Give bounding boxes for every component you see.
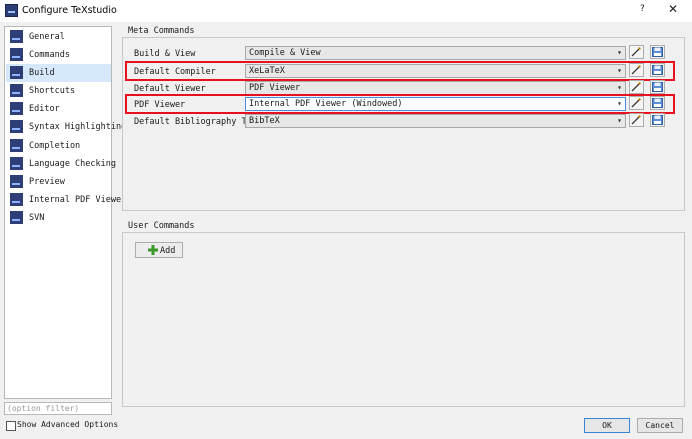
advanced-options-label: Show Advanced Options [17,420,119,429]
add-label: Add [160,246,176,256]
floppy-icon [652,98,663,108]
wand-button[interactable] [629,63,644,77]
pdf-viewer-value: Internal PDF Viewer (Windowed) [249,99,403,109]
sidebar-item-label: Language Checking [29,159,116,169]
wand-icon [631,82,641,92]
build-view-select[interactable]: Compile & View ▾ [245,46,626,60]
floppy-icon [652,115,663,125]
chevron-down-icon: ▾ [617,99,622,108]
sidebar-item-shortcuts[interactable]: Shortcuts [6,82,111,100]
sidebar-item-general[interactable]: General [6,28,111,46]
sidebar-item-completion[interactable]: Completion [6,137,111,155]
texstudio-app-icon [5,4,18,17]
sidebar-item-label: Build [29,68,55,78]
wand-button[interactable] [629,113,644,127]
pdf-viewer-icon [10,193,23,206]
commands-icon [10,48,23,61]
wand-icon [631,47,641,57]
close-button[interactable]: ✕ [668,2,678,16]
cancel-button[interactable]: Cancel [637,418,683,433]
completion-icon [10,139,23,152]
sidebar-item-label: General [29,32,65,42]
language-icon [10,157,23,170]
meta-row-pdf-viewer: PDF Viewer Internal PDF Viewer (Windowed… [125,94,675,114]
default-viewer-select[interactable]: PDF Viewer ▾ [245,81,626,95]
sidebar-item-svn[interactable]: SVN [6,209,111,227]
save-button[interactable] [650,45,665,59]
bibliography-tool-value: BibTeX [249,116,280,126]
chevron-down-icon: ▾ [617,48,622,57]
save-button[interactable] [650,80,665,94]
default-compiler-label: Default Compiler [134,67,216,77]
sidebar-item-preview[interactable]: Preview [6,173,111,191]
shortcuts-icon [10,84,23,97]
pdf-viewer-label: PDF Viewer [134,100,186,110]
wand-icon [631,115,641,125]
plus-icon [148,245,158,255]
title-bar: Configure TeXstudio ? ✕ [0,0,692,22]
sidebar-item-label: Preview [29,177,65,187]
user-commands-group [122,232,685,407]
default-compiler-value: XeLaTeX [249,66,285,76]
user-commands-title: User Commands [128,221,195,231]
sidebar-item-label: SVN [29,213,45,223]
chevron-down-icon: ▾ [617,66,622,75]
sidebar-item-build[interactable]: Build [6,64,111,82]
sidebar-item-label: Editor [29,104,60,114]
sidebar-item-label: Completion [29,141,81,151]
save-button[interactable] [650,63,665,77]
category-sidebar: General Commands Build Shortcuts Editor … [4,26,126,399]
chevron-down-icon: ▾ [617,83,622,92]
wand-button[interactable] [629,45,644,59]
sidebar-item-editor[interactable]: Editor [6,100,111,118]
general-icon [10,30,23,43]
chevron-down-icon: ▾ [617,116,622,125]
meta-row-default-viewer: Default Viewer PDF Viewer ▾ [128,80,672,95]
pdf-viewer-select[interactable]: Internal PDF Viewer (Windowed) ▾ [245,97,626,111]
add-command-button[interactable]: Add [135,242,183,258]
sidebar-item-label: Shortcuts [29,86,76,96]
sidebar-item-language-checking[interactable]: Language Checking [6,155,116,173]
help-button[interactable]: ? [640,4,645,14]
sidebar-item-commands[interactable]: Commands [6,46,111,64]
sidebar-item-label: Internal PDF Viewer [29,195,127,205]
sidebar-item-label: Syntax Highlighting [29,122,127,132]
bibliography-tool-label: Default Bibliography Tool [134,117,262,127]
wand-icon [631,65,641,75]
meta-commands-title: Meta Commands [128,26,195,36]
default-viewer-value: PDF Viewer [249,83,301,93]
floppy-icon [652,82,663,92]
default-viewer-label: Default Viewer [134,84,206,94]
floppy-icon [652,47,663,57]
sidebar-item-label: Commands [29,50,70,60]
option-filter-input[interactable]: (option filter) [4,402,112,415]
window-title: Configure TeXstudio [22,5,117,16]
meta-row-default-bibliography-tool: Default Bibliography Tool BibTeX ▾ [128,113,672,128]
wand-icon [631,98,641,108]
build-view-value: Compile & View [249,48,321,58]
build-icon [10,66,23,79]
preview-icon [10,175,23,188]
sidebar-item-syntax-highlighting[interactable]: Syntax Highlighting [6,118,126,136]
editor-icon [10,102,23,115]
sidebar-item-internal-pdf-viewer[interactable]: Internal PDF Viewer [6,191,126,209]
floppy-icon [652,65,663,75]
bibliography-tool-select[interactable]: BibTeX ▾ [245,114,626,128]
meta-row-default-compiler: Default Compiler XeLaTeX ▾ [125,61,675,81]
syntax-icon [10,120,23,133]
save-button[interactable] [650,96,665,110]
wand-button[interactable] [629,80,644,94]
ok-button[interactable]: OK [584,418,630,433]
meta-row-build-view: Build & View Compile & View ▾ [128,45,672,60]
save-button[interactable] [650,113,665,127]
svn-icon [10,211,23,224]
default-compiler-select[interactable]: XeLaTeX ▾ [245,64,626,78]
wand-button[interactable] [629,96,644,110]
advanced-options-checkbox[interactable] [6,421,16,431]
build-view-label: Build & View [134,49,196,59]
